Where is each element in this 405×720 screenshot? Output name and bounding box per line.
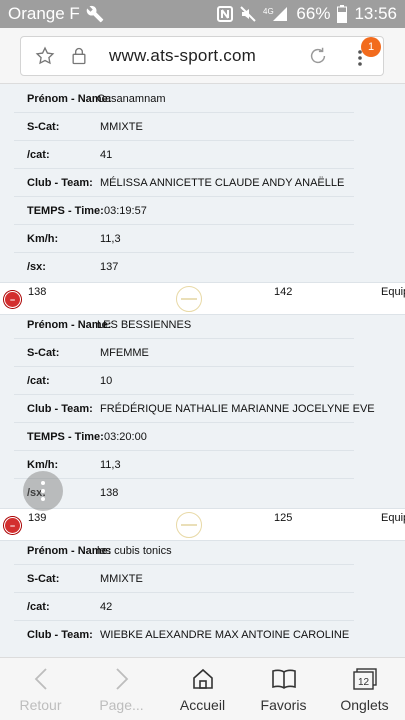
notification-badge: 1 [361,37,381,57]
carrier-name: Orange F [8,4,80,23]
address-bar[interactable]: www.ats-sport.com 1 [20,36,384,76]
entry-time-field: TEMPS - Time: 03:20:00 [27,431,147,443]
club-logo-icon [176,512,202,538]
vertical-dots-icon [41,481,45,501]
chevron-left-icon [34,666,48,692]
lock-icon [69,46,89,71]
status-bar: Orange F 4G 66% 13:56 [0,0,405,28]
entry-scat-field: S-Cat: MMIXTE [27,121,143,133]
entry-club-field: Club - Team: WIEBKE ALEXANDRE MAX ANTOIN… [27,629,350,641]
entry-club-field: Club - Team: MÉLISSA ANNICETTE CLAUDE AN… [27,177,345,189]
reload-icon[interactable] [307,45,329,72]
url-text[interactable]: www.ats-sport.com [109,46,256,66]
entry-name-field: Prénom - Name: les cubis tonics [27,545,172,557]
nfc-icon [217,6,234,22]
table-row[interactable]: − 138 142 Equip [0,282,405,315]
bib-cell: 125 [274,512,293,524]
entry-name-field: Prénom - Name: LES BESSIENNES [27,319,192,331]
rank-cell: 139 [28,512,47,524]
entry-kmh-field: Km/h: 11,3 [27,459,121,471]
rank-cell: 138 [28,286,47,298]
clock: 13:56 [354,4,397,23]
entry-kmh-field: Km/h: 11,3 [27,233,121,245]
entry-name-field: Prénom - Name: Casanamnam [27,93,166,105]
club-logo-icon [176,286,202,312]
entry-cat-field: /cat: 10 [27,375,113,387]
bottom-navigation: Retour Page... Accueil Favoris 12 Onglet… [0,657,405,720]
entry-cat-field: /cat: 42 [27,601,113,613]
home-button[interactable]: Accueil [162,658,243,720]
type-cell: Equip [381,512,405,524]
type-cell: Equip [381,286,405,298]
table-row[interactable]: − 139 125 Equip [0,508,405,541]
floating-assist-button[interactable] [23,471,63,511]
results-content[interactable]: Prénom - Name: Casanamnam S-Cat: MMIXTE … [0,85,405,657]
entry-club-field: Club - Team: FRÉDÉRIQUE NATHALIE MARIANN… [27,403,375,415]
collapse-row-icon[interactable]: − [4,517,21,534]
svg-text:4G: 4G [263,7,274,16]
entry-time-field: TEMPS - Time: 03:19:57 [27,205,147,217]
mute-icon [240,6,257,22]
tabs-icon: 12 [352,666,378,692]
bookmark-star-icon[interactable] [35,46,55,71]
battery-percent: 66% [296,4,331,23]
battery-icon [337,5,348,23]
entry-cat-field: /cat: 41 [27,149,113,161]
signal-icon: 4G [263,6,289,22]
back-button[interactable]: Retour [0,658,81,720]
entry-sx-field: /sx: 137 [27,261,119,273]
home-icon [191,666,215,692]
bookmarks-button[interactable]: Favoris [243,658,324,720]
collapse-row-icon[interactable]: − [4,291,21,308]
bib-cell: 142 [274,286,293,298]
entry-scat-field: S-Cat: MMIXTE [27,573,143,585]
chevron-right-icon [115,666,129,692]
entry-scat-field: S-Cat: MFEMME [27,347,149,359]
svg-text:12: 12 [357,677,369,688]
tabs-button[interactable]: 12 Onglets [324,658,405,720]
book-icon [271,666,297,692]
forward-button[interactable]: Page... [81,658,162,720]
wrench-icon [86,5,104,23]
browser-toolbar: www.ats-sport.com 1 [0,28,405,84]
